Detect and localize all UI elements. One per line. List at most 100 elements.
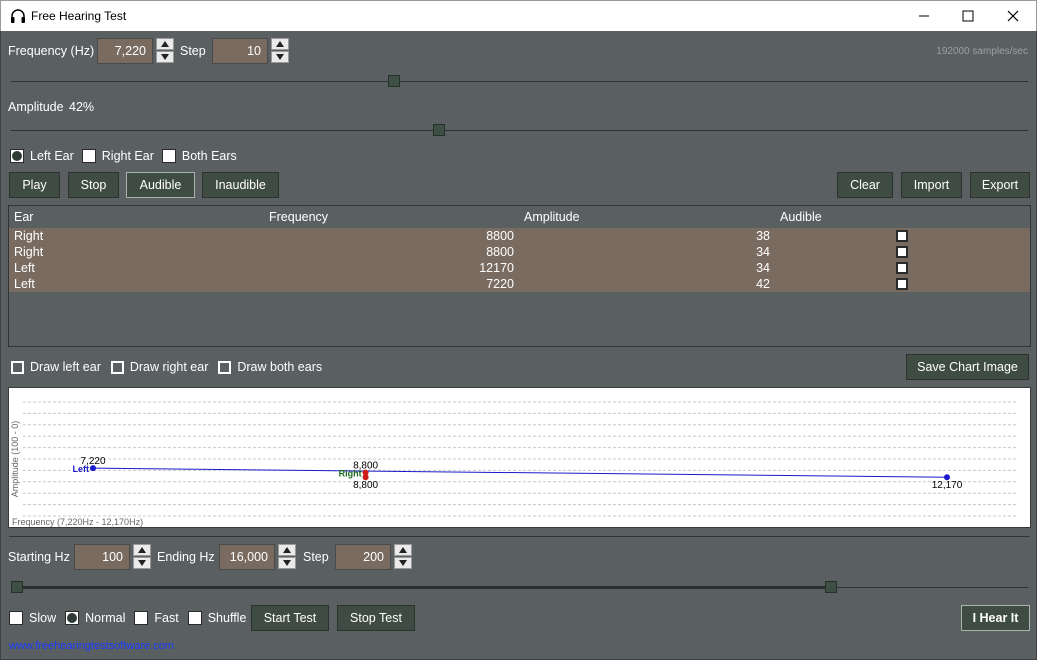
draw-right-checkbox[interactable] — [110, 360, 124, 374]
speed-options: Slow Normal Fast Shuffle — [9, 611, 254, 625]
maximize-icon — [962, 10, 974, 22]
ending-hz-up-button[interactable] — [278, 544, 296, 556]
fast-checkbox[interactable] — [134, 611, 149, 625]
close-icon — [1007, 10, 1019, 22]
draw-left-option[interactable]: Draw left ear — [11, 360, 101, 374]
arrow-up-icon — [161, 41, 169, 47]
website-link[interactable]: www.freehearingtestsoftware.com — [9, 640, 174, 652]
test-step-input[interactable] — [335, 544, 391, 570]
test-step-up-button[interactable] — [394, 544, 412, 556]
draw-both-label: Draw both ears — [237, 360, 323, 374]
draw-both-option[interactable]: Draw both ears — [218, 360, 322, 374]
amplitude-label: Amplitude — [8, 100, 64, 114]
frequency-spinner[interactable] — [156, 38, 174, 64]
frequency-slider-thumb[interactable] — [387, 75, 400, 87]
step-spinner[interactable] — [271, 38, 289, 64]
x-axis-label: Frequency (7,220Hz - 12,170Hz) — [12, 517, 143, 527]
frequency-down-button[interactable] — [156, 51, 174, 63]
arrow-down-icon — [161, 54, 169, 60]
right-ear-option[interactable]: Right Ear — [81, 149, 154, 163]
normal-label: Normal — [85, 611, 126, 625]
range-start-thumb[interactable] — [11, 581, 23, 593]
ear-selector: Left Ear Right Ear Both Ears — [10, 149, 245, 163]
arrow-up-icon — [138, 547, 146, 553]
draw-left-checkbox[interactable] — [11, 360, 24, 374]
amplitude-slider-thumb[interactable] — [433, 124, 446, 136]
start-test-button[interactable]: Start Test — [251, 605, 329, 631]
data-label: 12,170 — [932, 480, 963, 491]
audible-checkbox[interactable] — [896, 262, 908, 274]
audible-checkbox[interactable] — [896, 246, 908, 258]
shuffle-option[interactable]: Shuffle — [187, 611, 246, 625]
range-end-thumb[interactable] — [825, 581, 838, 593]
i-hear-it-button[interactable]: I Hear It — [961, 605, 1030, 631]
series-name-label: Right — [339, 469, 362, 479]
step-up-button[interactable] — [271, 38, 289, 50]
cell-amplitude: 42 — [756, 277, 770, 291]
export-button[interactable]: Export — [970, 172, 1030, 198]
range-slider-fill — [17, 586, 832, 589]
slow-option[interactable]: Slow — [9, 611, 56, 625]
starting-hz-spinner[interactable] — [133, 544, 151, 570]
app-body: Frequency (Hz) Step 192000 samples/sec A… — [0, 31, 1037, 660]
series-name-label: Left — [73, 464, 90, 474]
test-step-spinner[interactable] — [394, 544, 412, 570]
step-down-button[interactable] — [271, 51, 289, 63]
audible-checkbox[interactable] — [896, 230, 908, 242]
save-chart-button[interactable]: Save Chart Image — [906, 354, 1029, 380]
shuffle-checkbox[interactable] — [187, 611, 202, 625]
both-ears-radio[interactable] — [161, 149, 176, 163]
table-row[interactable]: Left 12170 34 — [9, 260, 1030, 276]
ending-hz-down-button[interactable] — [278, 557, 296, 569]
column-header-amplitude[interactable]: Amplitude — [524, 210, 580, 224]
import-button[interactable]: Import — [901, 172, 962, 198]
left-ear-option[interactable]: Left Ear — [10, 149, 74, 163]
test-step-label: Step — [303, 550, 329, 564]
cell-frequency: 8800 — [486, 229, 514, 243]
arrow-up-icon — [276, 41, 284, 47]
right-ear-radio[interactable] — [81, 149, 96, 163]
stop-button[interactable]: Stop — [68, 172, 119, 198]
audible-button[interactable]: Audible — [126, 172, 195, 198]
draw-options: Draw left ear Draw right ear Draw both e… — [11, 360, 330, 374]
close-button[interactable] — [990, 1, 1036, 31]
stop-test-button[interactable]: Stop Test — [337, 605, 415, 631]
column-header-audible[interactable]: Audible — [780, 210, 822, 224]
table-row[interactable]: Left 7220 42 — [9, 276, 1030, 292]
draw-right-option[interactable]: Draw right ear — [110, 360, 208, 374]
starting-hz-down-button[interactable] — [133, 557, 151, 569]
amplitude-value: 42% — [69, 100, 95, 114]
draw-both-checkbox[interactable] — [218, 360, 232, 374]
table-row[interactable]: Right 8800 38 — [9, 228, 1030, 244]
table-row[interactable]: Right 8800 34 — [9, 244, 1030, 260]
normal-option[interactable]: Normal — [65, 611, 125, 625]
frequency-up-button[interactable] — [156, 38, 174, 50]
left-ear-radio[interactable] — [10, 149, 24, 163]
starting-hz-input[interactable] — [74, 544, 130, 570]
test-step-down-button[interactable] — [394, 557, 412, 569]
clear-button[interactable]: Clear — [837, 172, 893, 198]
ending-hz-spinner[interactable] — [278, 544, 296, 570]
cell-frequency: 7220 — [486, 277, 514, 291]
column-header-ear[interactable]: Ear — [14, 210, 33, 224]
normal-radio[interactable] — [65, 611, 80, 625]
frequency-slider-track[interactable] — [11, 81, 1028, 82]
ending-hz-input[interactable] — [219, 544, 275, 570]
amplitude-slider-track[interactable] — [11, 130, 1028, 131]
starting-hz-label: Starting Hz — [8, 550, 70, 564]
column-header-frequency[interactable]: Frequency — [269, 210, 328, 224]
starting-hz-up-button[interactable] — [133, 544, 151, 556]
frequency-input[interactable] — [97, 38, 153, 64]
slow-checkbox[interactable] — [9, 611, 23, 625]
play-button[interactable]: Play — [9, 172, 60, 198]
both-ears-option[interactable]: Both Ears — [161, 149, 237, 163]
minimize-button[interactable] — [901, 1, 947, 31]
inaudible-button[interactable]: Inaudible — [202, 172, 279, 198]
maximize-button[interactable] — [945, 1, 991, 31]
fast-option[interactable]: Fast — [134, 611, 179, 625]
step-input[interactable] — [212, 38, 268, 64]
y-axis-label: Amplitude (100 - 0) — [10, 421, 20, 498]
cell-ear: Right — [14, 229, 44, 243]
audible-checkbox[interactable] — [896, 278, 908, 290]
series-line-left — [92, 467, 948, 478]
